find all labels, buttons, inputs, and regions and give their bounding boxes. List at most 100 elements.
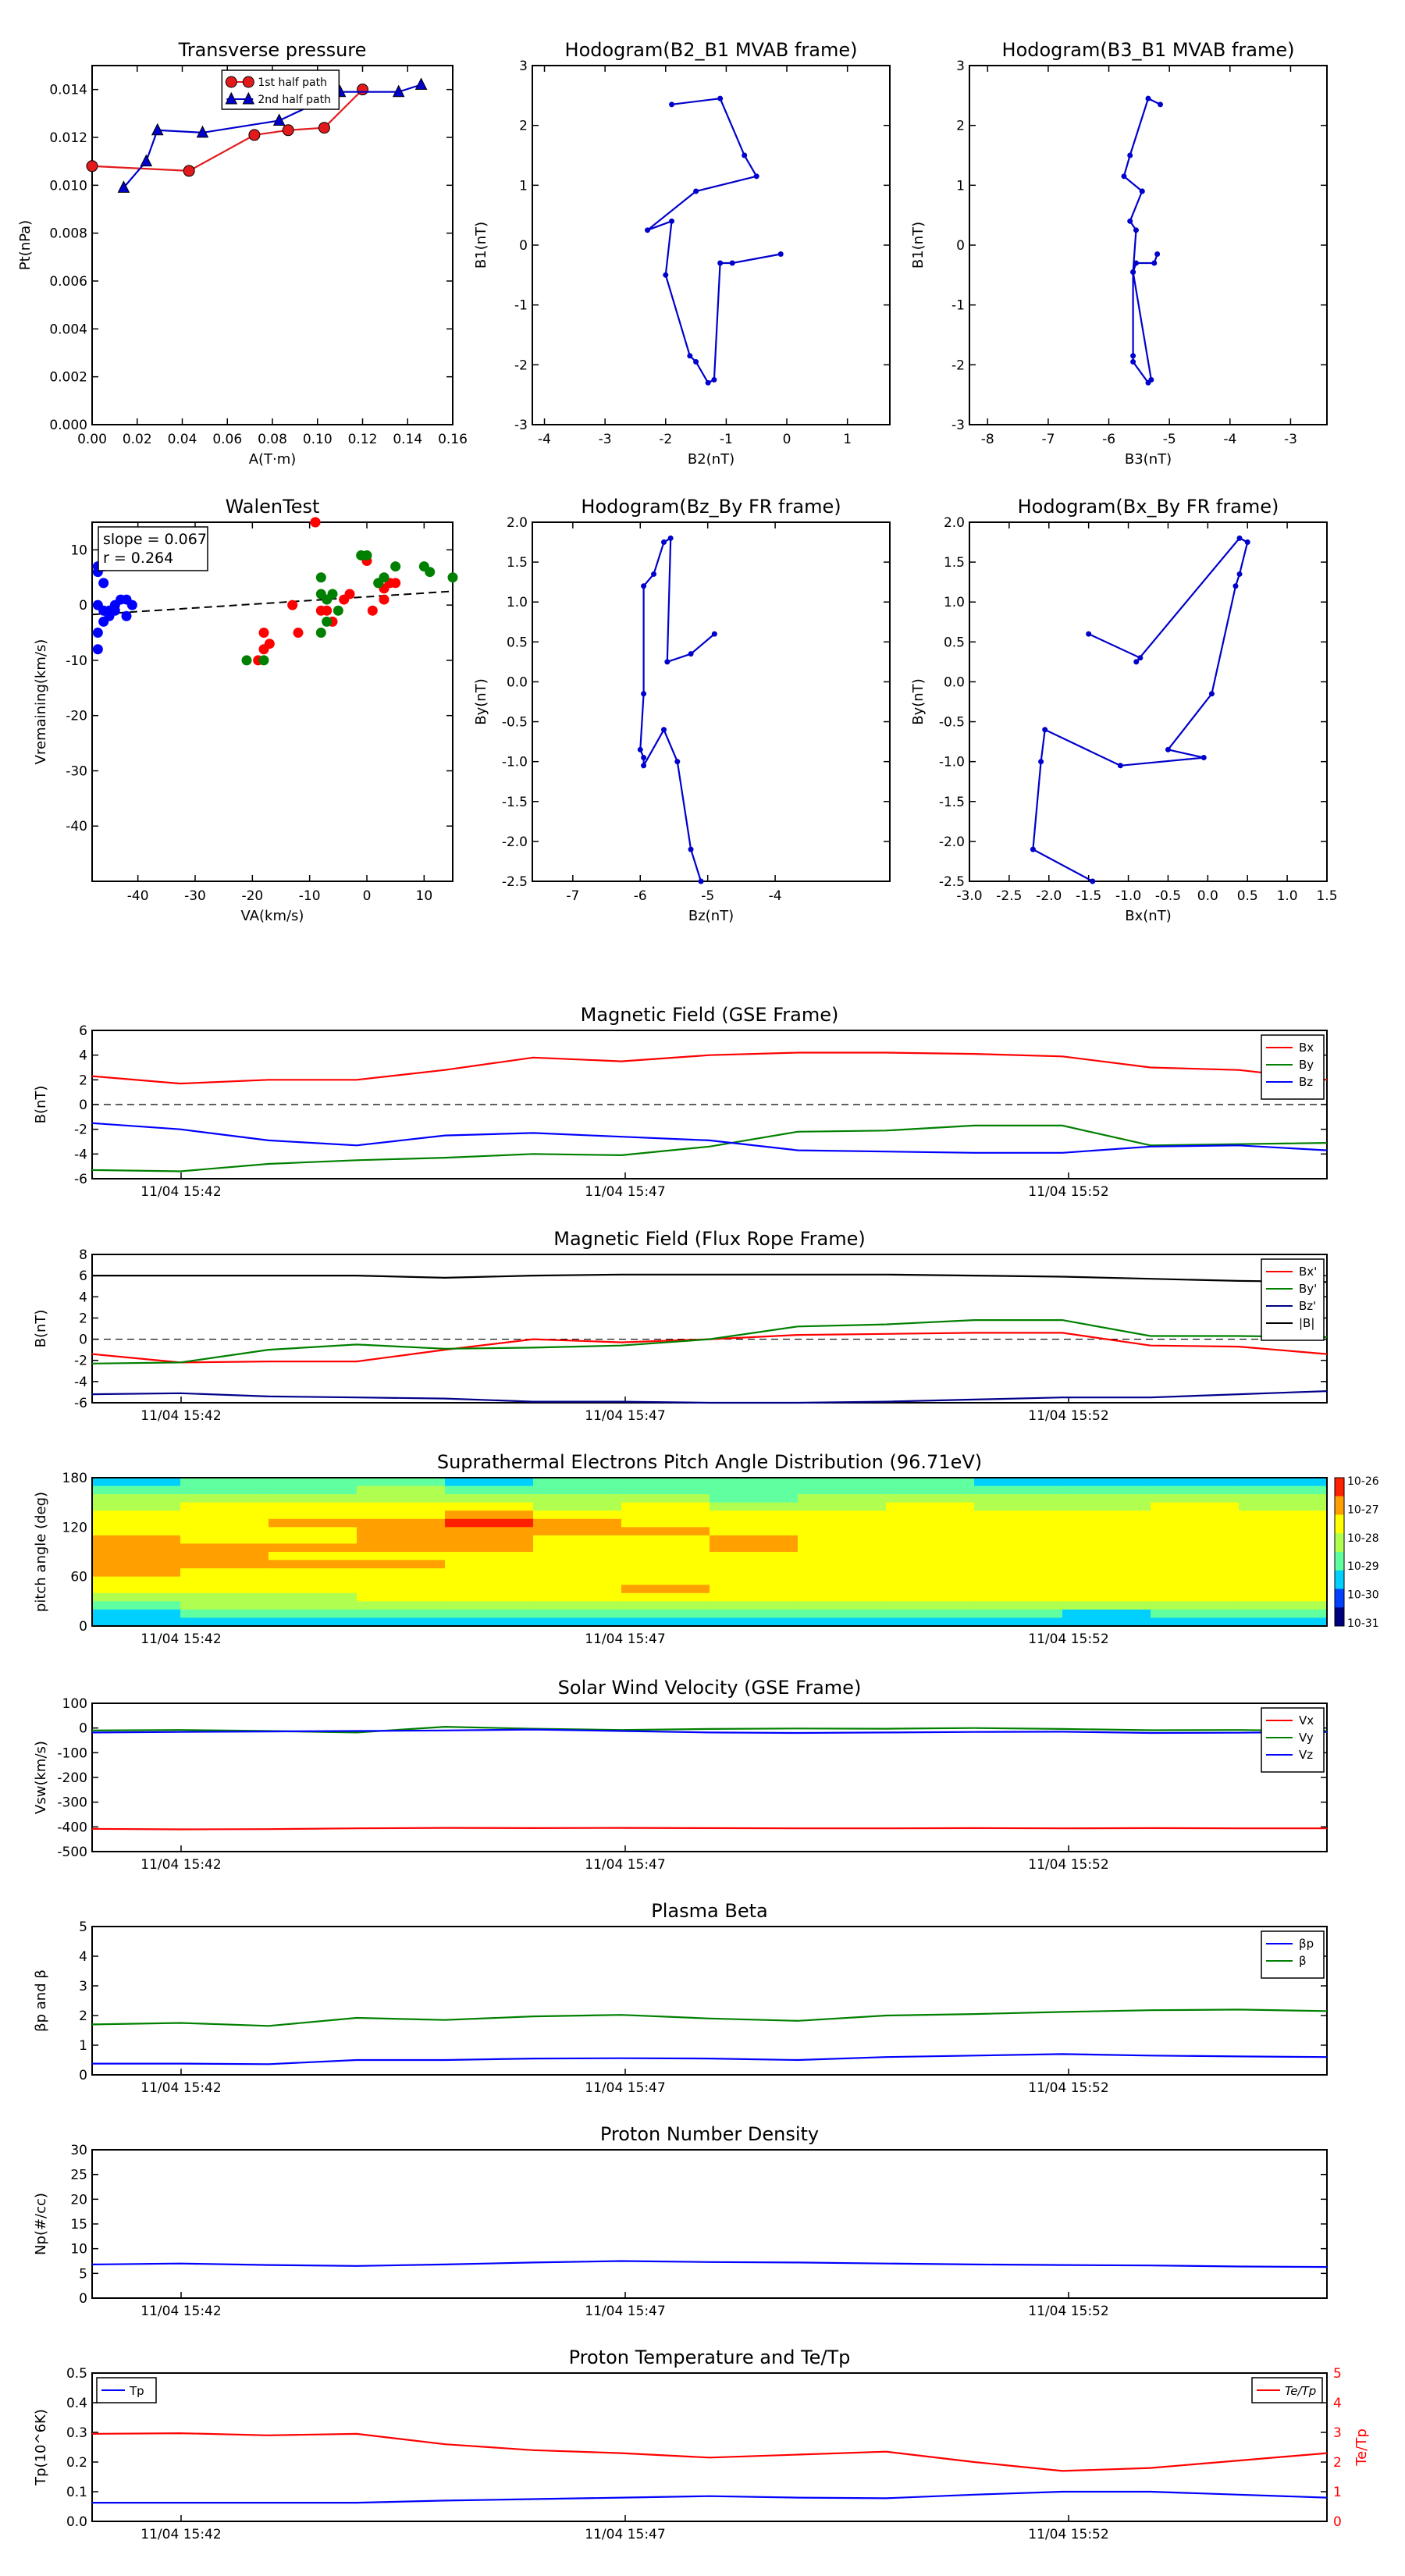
y-tick-label: 0.5 <box>944 635 965 650</box>
heatmap-cell <box>886 1543 975 1553</box>
colorbar-segment <box>1335 1570 1344 1589</box>
heatmap-cell <box>974 1601 1063 1610</box>
heatmap-cell <box>92 1609 181 1619</box>
colorbar-segment <box>1335 1607 1344 1627</box>
data-point <box>705 379 711 386</box>
data-point <box>315 628 326 639</box>
heatmap-cell <box>1062 1543 1151 1553</box>
x-tick-label: -30 <box>184 888 206 904</box>
data-point <box>1158 101 1164 108</box>
heatmap-cell <box>798 1592 887 1602</box>
heatmap-cell <box>533 1617 622 1627</box>
x-tick-label: 11/04 15:42 <box>140 1857 221 1873</box>
heatmap-cell <box>798 1502 887 1511</box>
heatmap-cell <box>92 1510 181 1520</box>
x-tick-label: 11/04 15:47 <box>585 2080 665 2096</box>
data-point <box>287 600 298 610</box>
y-right-tick-label: 2 <box>1333 2455 1342 2471</box>
y-tick-label: -1.5 <box>939 795 965 810</box>
x-tick-label: 11/04 15:52 <box>1028 1857 1108 1873</box>
y-tick-label: -2 <box>951 358 965 373</box>
y-tick-label: 3 <box>79 1979 87 1994</box>
y-tick-label: -2.0 <box>939 834 965 850</box>
heatmap-cell <box>710 1585 799 1594</box>
x-tick-label: 11/04 15:42 <box>140 2080 221 2096</box>
data-point <box>1117 763 1123 769</box>
y-tick-label: 0 <box>79 2068 87 2083</box>
heatmap-cell <box>269 1485 357 1495</box>
data-point <box>1236 571 1243 577</box>
heatmap-cell <box>974 1510 1063 1520</box>
heatmap-cell <box>1151 1592 1240 1602</box>
heatmap-cell <box>798 1617 887 1627</box>
heatmap-cell <box>710 1485 799 1495</box>
y-tick-label: 2 <box>519 119 528 134</box>
colorbar-segment <box>1335 1478 1344 1497</box>
heatmap-cell <box>1239 1478 1328 1487</box>
heatmap-cell <box>710 1609 799 1619</box>
heatmap-cell <box>357 1568 446 1578</box>
heatmap-cell <box>798 1543 887 1553</box>
y-tick-label: -300 <box>57 1795 87 1811</box>
heatmap-cell <box>974 1576 1063 1585</box>
data-point <box>390 561 401 572</box>
data-point <box>753 173 759 180</box>
heatmap-cell <box>269 1478 357 1487</box>
y-tick-label: 6 <box>79 1023 87 1039</box>
data-point <box>1130 359 1136 365</box>
legend-label: By' <box>1299 1282 1317 1296</box>
heatmap-cell <box>1239 1568 1328 1578</box>
x-tick-label: 1 <box>843 432 852 447</box>
heatmap-cell <box>357 1535 446 1545</box>
series-line <box>92 2053 1328 2065</box>
data-point <box>1038 759 1044 765</box>
data-point <box>1208 691 1215 697</box>
data-point <box>698 878 704 884</box>
heatmap-cell <box>1151 1601 1240 1610</box>
heatmap-cell <box>533 1485 622 1495</box>
y-tick-label: 0 <box>79 2291 87 2307</box>
heatmap-cell <box>710 1552 799 1561</box>
heatmap-cell <box>533 1527 622 1536</box>
y-tick-label: 30 <box>70 2143 87 2158</box>
heatmap-cell <box>357 1494 446 1503</box>
y-tick-label: -2.5 <box>502 874 528 890</box>
heatmap-cell <box>445 1552 534 1561</box>
heatmap-cell <box>974 1543 1063 1553</box>
x-tick-label: -4 <box>769 888 782 904</box>
heatmap-cell <box>445 1568 534 1578</box>
data-point <box>367 605 378 616</box>
data-point <box>711 631 717 637</box>
series-line <box>92 1273 1328 1283</box>
heatmap-cell <box>269 1576 357 1585</box>
data-point <box>333 605 343 616</box>
heatmap-cell <box>1239 1617 1328 1627</box>
heatmap-cell <box>621 1527 710 1536</box>
colorbar-segment <box>1335 1589 1344 1608</box>
x-tick-label: 11/04 15:52 <box>1028 1408 1108 1424</box>
legend-label: Vz <box>1299 1748 1313 1762</box>
heatmap-cell <box>445 1527 534 1536</box>
heatmap-cell <box>886 1494 975 1503</box>
series-line <box>92 2490 1328 2504</box>
x-tick-label: -1.5 <box>1076 888 1101 904</box>
colorbar-segment <box>1335 1533 1344 1553</box>
heatmap-cell <box>445 1560 534 1569</box>
heatmap-cell <box>533 1518 622 1528</box>
x-tick-label: -8 <box>981 432 994 447</box>
data-point <box>379 594 389 605</box>
heatmap-cell <box>886 1609 975 1619</box>
heatmap-cell <box>357 1502 446 1511</box>
heatmap-cell <box>445 1478 534 1487</box>
heatmap-cell <box>1239 1494 1328 1503</box>
heatmap-cell <box>1151 1568 1240 1578</box>
data-point <box>390 578 401 589</box>
x-tick-label: 11/04 15:42 <box>140 2304 221 2319</box>
y-tick-label: -1.0 <box>502 755 528 770</box>
data-point <box>1030 846 1036 852</box>
data-point <box>641 763 647 769</box>
legend-label: Vy <box>1299 1731 1314 1745</box>
data-point <box>98 578 109 589</box>
y-tick-label: -1.5 <box>502 795 528 810</box>
legend-label: Bz' <box>1299 1299 1316 1313</box>
